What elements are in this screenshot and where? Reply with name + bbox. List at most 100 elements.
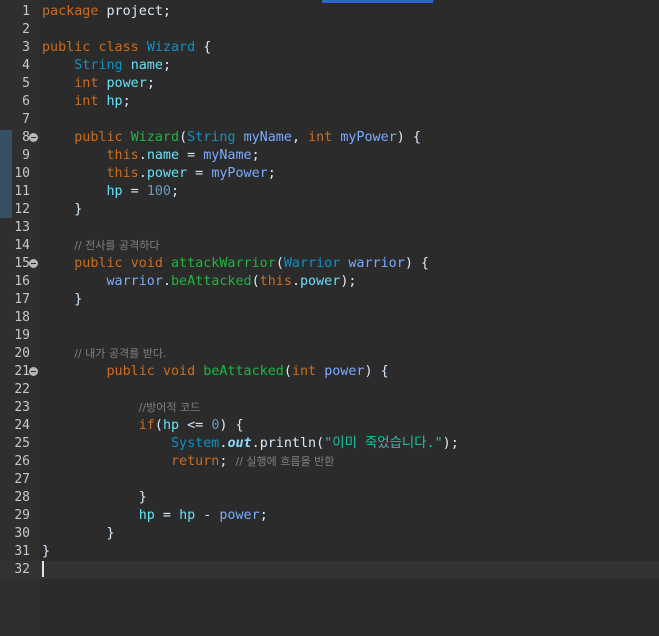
code-token: } — [42, 490, 147, 505]
line-number: 27 — [14, 472, 30, 487]
code-text: } — [42, 489, 147, 507]
code-token: return — [171, 454, 220, 469]
code-lines[interactable]: 1 package project; 2 3 public class Wizard {… — [0, 3, 659, 579]
line-number: 23 — [14, 400, 30, 415]
code-line[interactable]: 8 public Wizard(String myName, int myPow… — [0, 129, 659, 147]
code-token: } — [42, 202, 83, 217]
code-text: int power; — [42, 75, 155, 93]
line-number: 3 — [22, 40, 30, 55]
code-line[interactable]: 29 hp = hp - power; — [0, 507, 659, 525]
line-number: 18 — [14, 310, 30, 325]
code-token: attackWarrior — [171, 256, 276, 271]
code-token: power — [146, 166, 188, 181]
code-token: Wizard — [146, 40, 196, 55]
line-number: 9 — [22, 148, 30, 163]
code-line[interactable]: 5 int power; — [0, 75, 659, 93]
code-line[interactable]: 16 warrior.beAttacked(this.power); — [0, 273, 659, 291]
code-token: // 내가 공격를 받다. — [74, 347, 167, 360]
code-token: ) { — [219, 418, 244, 433]
code-token: package — [42, 4, 99, 19]
code-text: if(hp <= 0) { — [42, 417, 244, 435]
code-token: warrior — [106, 274, 163, 289]
code-token: hp — [162, 418, 180, 433]
code-line[interactable]: 27 — [0, 471, 659, 489]
code-token: this — [106, 148, 139, 163]
fold-collapse-icon[interactable] — [29, 133, 38, 142]
code-editor[interactable]: 1 package project; 2 3 public class Wizard {… — [0, 0, 659, 636]
code-line[interactable]: 15 public void attackWarrior(Warrior war… — [0, 255, 659, 273]
code-line[interactable]: 10 this.power = myPower; — [0, 165, 659, 183]
code-token: public — [42, 40, 91, 55]
code-line[interactable]: 7 — [0, 111, 659, 129]
code-text: package project; — [42, 3, 171, 21]
code-line[interactable]: 3 public class Wizard { — [0, 39, 659, 57]
code-token: out — [227, 436, 252, 451]
code-line[interactable]: 19 — [0, 327, 659, 345]
line-number: 19 — [14, 328, 30, 343]
code-token: ); — [340, 274, 357, 289]
code-token: if — [138, 418, 155, 433]
code-line[interactable]: 14 // 전사를 공격하다 — [0, 237, 659, 255]
code-token: hp — [179, 508, 196, 523]
line-number: 14 — [14, 238, 30, 253]
line-number: 28 — [14, 490, 30, 505]
code-line[interactable]: 9 this.name = myName; — [0, 147, 659, 165]
code-line[interactable]: 11 hp = 100; — [0, 183, 659, 201]
code-line[interactable]: 1 package project; — [0, 3, 659, 21]
code-line[interactable]: 17 } — [0, 291, 659, 309]
code-line[interactable]: 12 } — [0, 201, 659, 219]
code-token: = — [122, 184, 147, 199]
code-line[interactable]: 22 — [0, 381, 659, 399]
code-line[interactable]: 20 // 내가 공격를 받다. — [0, 345, 659, 363]
code-token: project; — [98, 4, 171, 19]
code-line[interactable]: 23 //방어적 코드 — [0, 399, 659, 417]
fold-collapse-icon[interactable] — [29, 367, 38, 376]
code-token: public — [74, 130, 123, 145]
code-token: ); — [442, 436, 459, 451]
code-text: warrior.beAttacked(this.power); — [42, 273, 357, 291]
code-line[interactable]: 28 } — [0, 489, 659, 507]
code-token: 100 — [146, 184, 171, 199]
code-line[interactable]: 24 if(hp <= 0) { — [0, 417, 659, 435]
code-line[interactable]: 4 String name; — [0, 57, 659, 75]
code-token: <= — [179, 418, 212, 433]
line-number: 7 — [22, 112, 30, 127]
code-line[interactable]: 31} — [0, 543, 659, 561]
code-line[interactable]: 25 System.out.println("이미 죽었습니다."); — [0, 435, 659, 453]
code-line[interactable]: 2 — [0, 21, 659, 39]
line-number: 32 — [14, 562, 30, 577]
code-token: ( — [154, 418, 163, 433]
code-text: public class Wizard { — [42, 39, 211, 57]
fold-collapse-icon[interactable] — [29, 259, 38, 268]
code-line[interactable]: 6 int hp; — [0, 93, 659, 111]
text-cursor — [42, 561, 44, 577]
code-token: . — [138, 166, 147, 181]
line-number: 25 — [14, 436, 30, 451]
code-line[interactable]: 18 — [0, 309, 659, 327]
code-line[interactable]: 21 public void beAttacked(int power) { — [0, 363, 659, 381]
code-line[interactable]: 32 — [0, 561, 659, 579]
code-line[interactable]: 13 — [0, 219, 659, 237]
code-text: } — [42, 525, 114, 543]
code-line[interactable]: 26 return; // 실행에 흐름을 반환 — [0, 453, 659, 471]
code-token: beAttacked — [171, 274, 252, 289]
code-token: - — [195, 508, 220, 523]
code-token: . — [251, 436, 260, 451]
code-text: String name; — [42, 57, 171, 75]
code-token: ; — [162, 58, 171, 73]
code-token: { — [195, 40, 212, 55]
code-token: . — [162, 274, 171, 289]
code-line[interactable]: 30 } — [0, 525, 659, 543]
line-number: 30 — [14, 526, 30, 541]
code-token: this — [106, 166, 139, 181]
